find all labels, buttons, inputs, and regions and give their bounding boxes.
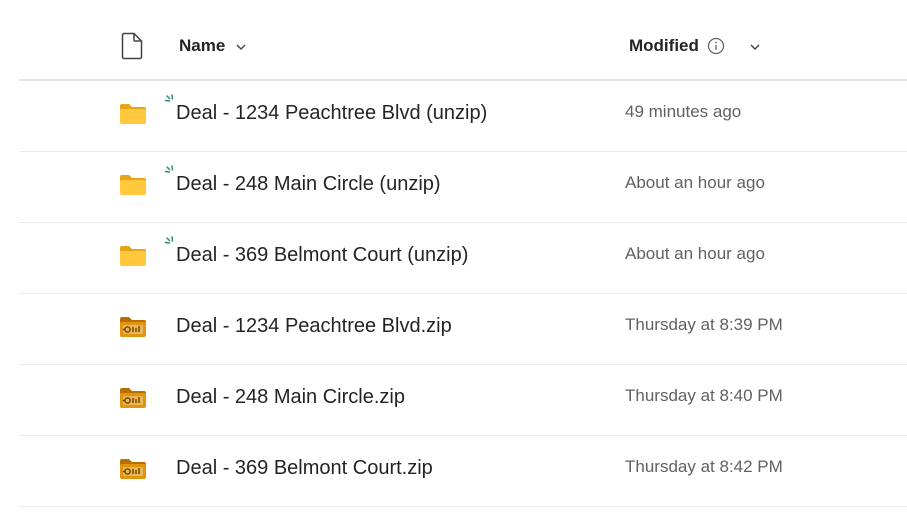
modified-date: About an hour ago [625, 173, 765, 192]
folder-icon [119, 173, 147, 197]
modified-column-header[interactable]: Modified [629, 33, 761, 59]
chevron-down-icon[interactable] [749, 40, 761, 52]
zip-folder-icon [119, 386, 147, 410]
document-icon[interactable] [121, 32, 143, 60]
folder-icon [119, 244, 147, 268]
zip-folder-icon [119, 457, 147, 481]
modified-column-label: Modified [629, 36, 699, 55]
list-item[interactable]: Deal - 1234 Peachtree Blvd (unzip) 49 mi… [19, 81, 907, 152]
file-name-link[interactable]: Deal - 248 Main Circle.zip [176, 386, 405, 409]
list-item[interactable]: Deal - 248 Main Circle (unzip) About an … [19, 152, 907, 223]
info-icon[interactable] [707, 37, 725, 55]
list-item[interactable]: Deal - 248 Main Circle.zip Thursday at 8… [19, 365, 907, 436]
file-list: Deal - 1234 Peachtree Blvd (unzip) 49 mi… [19, 81, 907, 507]
modified-date: 49 minutes ago [625, 102, 742, 121]
list-item[interactable]: Deal - 1234 Peachtree Blvd.zip Thursday … [19, 294, 907, 365]
name-column-label: Name [179, 36, 226, 55]
file-name-link[interactable]: Deal - 1234 Peachtree Blvd (unzip) [176, 102, 487, 125]
file-list-header: Name Modified [19, 0, 907, 81]
list-item[interactable]: Deal - 369 Belmont Court (unzip) About a… [19, 223, 907, 294]
name-column-header[interactable]: Name [179, 33, 247, 59]
modified-date: About an hour ago [625, 244, 765, 263]
modified-date: Thursday at 8:39 PM [625, 315, 783, 334]
file-name-link[interactable]: Deal - 248 Main Circle (unzip) [176, 173, 441, 196]
modified-date: Thursday at 8:40 PM [625, 386, 783, 405]
modified-date: Thursday at 8:42 PM [625, 457, 783, 476]
file-name-link[interactable]: Deal - 1234 Peachtree Blvd.zip [176, 315, 452, 338]
file-name-link[interactable]: Deal - 369 Belmont Court (unzip) [176, 244, 468, 267]
zip-folder-icon [119, 315, 147, 339]
list-item[interactable]: Deal - 369 Belmont Court.zip Thursday at… [19, 436, 907, 507]
file-name-link[interactable]: Deal - 369 Belmont Court.zip [176, 457, 433, 480]
folder-icon [119, 102, 147, 126]
chevron-down-icon [235, 40, 247, 52]
